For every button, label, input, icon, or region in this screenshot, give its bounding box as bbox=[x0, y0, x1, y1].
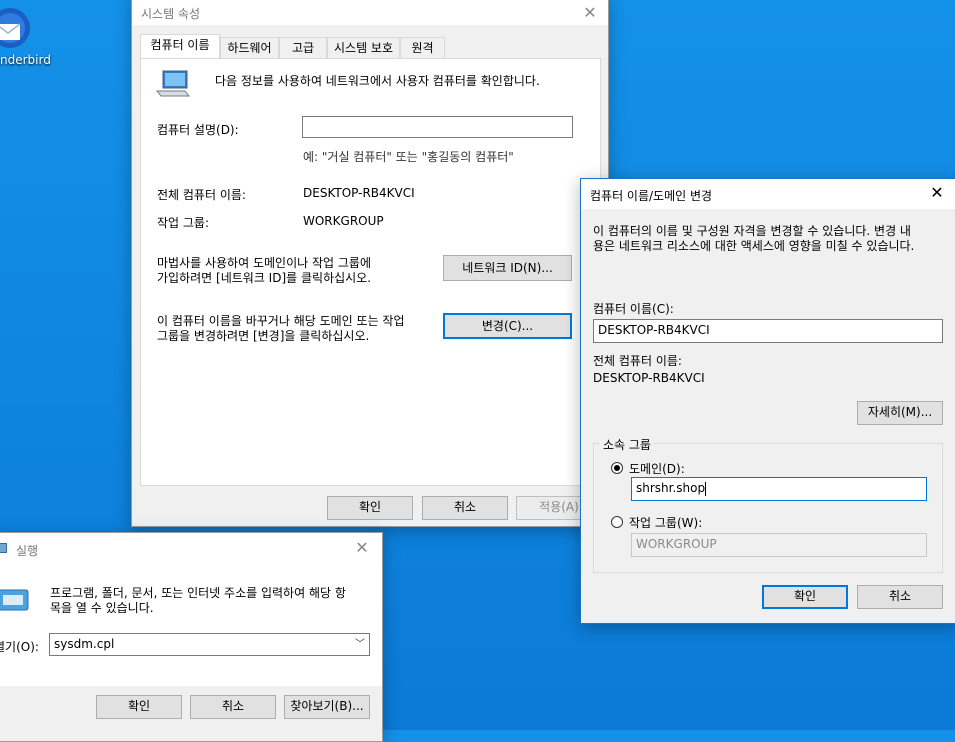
text-cursor bbox=[705, 481, 707, 496]
window-title: 실행 bbox=[16, 544, 39, 558]
close-icon[interactable]: ✕ bbox=[923, 180, 951, 206]
thunderbird-desktop-icon[interactable]: nderbird bbox=[0, 0, 51, 70]
computer-icon bbox=[155, 69, 191, 99]
run-small-icon bbox=[0, 543, 7, 553]
title-bar: 실행 ✕ bbox=[0, 533, 382, 564]
computer-description-input[interactable] bbox=[302, 116, 573, 138]
workgroup-radio[interactable] bbox=[611, 516, 623, 528]
network-id-button[interactable]: 네트워크 ID(N)... bbox=[443, 255, 572, 281]
thunderbird-icon bbox=[0, 4, 32, 50]
window-title: 컴퓨터 이름/도메인 변경 bbox=[590, 189, 713, 203]
full-name-label: 전체 컴퓨터 이름: bbox=[593, 354, 682, 368]
domain-input[interactable]: shrshr.shop bbox=[631, 477, 927, 501]
tab-bar: 컴퓨터 이름 하드웨어 고급 시스템 보호 원격 bbox=[132, 1, 610, 61]
thunderbird-label: nderbird bbox=[0, 53, 51, 67]
description-example: 예: "거실 컴퓨터" 또는 "홍길동의 컴퓨터" bbox=[303, 150, 514, 164]
change-button[interactable]: 변경(C)... bbox=[443, 313, 572, 339]
network-id-text-line2: 가입하려면 [네트워크 ID]를 클릭하십시오. bbox=[157, 271, 372, 285]
run-icon bbox=[0, 587, 30, 613]
run-dialog-body: 프로그램, 폴더, 문서, 또는 인터넷 주소를 입력하여 해당 항 목을 열 … bbox=[0, 564, 382, 686]
description-label: 컴퓨터 설명(D): bbox=[157, 123, 239, 137]
ok-button[interactable]: 확인 bbox=[762, 585, 848, 609]
change-text-line2: 그룹을 변경하려면 [변경]을 클릭하십시오. bbox=[157, 329, 370, 343]
open-label: 열기(O): bbox=[0, 640, 39, 654]
tab-hardware[interactable]: 하드웨어 bbox=[220, 37, 279, 58]
cancel-button[interactable]: 취소 bbox=[857, 585, 943, 609]
cancel-button[interactable]: 취소 bbox=[422, 496, 508, 520]
domain-value: shrshr.shop bbox=[636, 481, 706, 495]
computer-name-input[interactable]: DESKTOP-RB4KVCI bbox=[593, 319, 943, 343]
workgroup-label: 작업 그룹: bbox=[157, 216, 210, 230]
full-name-value: DESKTOP-RB4KVCI bbox=[303, 186, 415, 200]
domain-radio[interactable] bbox=[611, 462, 623, 474]
tab-advanced[interactable]: 고급 bbox=[279, 37, 327, 58]
cancel-button[interactable]: 취소 bbox=[190, 695, 276, 719]
close-icon[interactable]: ✕ bbox=[348, 535, 376, 561]
tab-system-protection[interactable]: 시스템 보호 bbox=[327, 37, 400, 58]
workgroup-input[interactable]: WORKGROUP bbox=[631, 533, 927, 557]
member-of-label: 소속 그룹 bbox=[600, 436, 654, 453]
workgroup-value: WORKGROUP bbox=[303, 214, 384, 228]
tab-computer-name[interactable]: 컴퓨터 이름 bbox=[140, 34, 220, 59]
computer-name-label: 컴퓨터 이름(C): bbox=[593, 302, 674, 316]
title-bar: 컴퓨터 이름/도메인 변경 ✕ bbox=[581, 179, 955, 209]
browse-button[interactable]: 찾아보기(B)... bbox=[284, 695, 370, 719]
tab-remote[interactable]: 원격 bbox=[400, 37, 445, 58]
intro-line2: 용은 네트워크 리소스에 대한 액세스에 영향을 미칠 수 있습니다. bbox=[593, 239, 915, 253]
domain-label: 도메인(D): bbox=[629, 462, 685, 476]
more-button[interactable]: 자세히(M)... bbox=[857, 401, 943, 425]
workgroup-label: 작업 그룹(W): bbox=[629, 516, 703, 530]
open-value: sysdm.cpl bbox=[54, 637, 115, 651]
chevron-down-icon[interactable]: ﹀ bbox=[355, 634, 365, 655]
ok-button[interactable]: 확인 bbox=[96, 695, 182, 719]
tab-panel: 다음 정보를 사용하여 네트워크에서 사용자 컴퓨터를 확인합니다. 컴퓨터 설… bbox=[140, 58, 601, 486]
intro-text: 다음 정보를 사용하여 네트워크에서 사용자 컴퓨터를 확인합니다. bbox=[215, 74, 540, 88]
system-properties-window: 시스템 속성 ✕ 컴퓨터 이름 하드웨어 고급 시스템 보호 원격 다음 정보를… bbox=[131, 0, 609, 527]
member-of-groupbox: 소속 그룹 도메인(D): shrshr.shop 작업 그룹(W): WORK… bbox=[593, 436, 943, 573]
open-combo[interactable]: sysdm.cpl ﹀ bbox=[49, 633, 370, 656]
full-name-value: DESKTOP-RB4KVCI bbox=[593, 371, 705, 385]
full-name-label: 전체 컴퓨터 이름: bbox=[157, 188, 246, 202]
rename-domain-dialog: 컴퓨터 이름/도메인 변경 ✕ 이 컴퓨터의 이름 및 구성원 자격을 변경할 … bbox=[580, 178, 955, 624]
run-dialog: 실행 ✕ 프로그램, 폴더, 문서, 또는 인터넷 주소를 입력하여 해당 항 … bbox=[0, 532, 383, 742]
ok-button[interactable]: 확인 bbox=[327, 496, 413, 520]
run-text-line2: 목을 열 수 있습니다. bbox=[50, 601, 154, 615]
